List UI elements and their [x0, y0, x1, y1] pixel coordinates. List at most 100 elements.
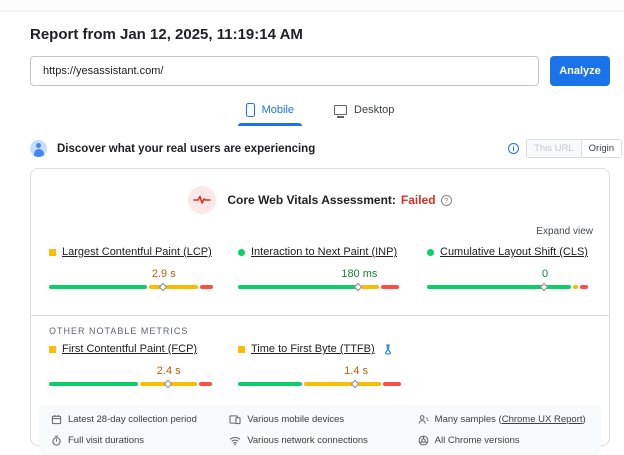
good-segment	[427, 285, 572, 289]
p75-marker	[539, 282, 549, 291]
info-icon[interactable]: i	[508, 143, 520, 154]
metadata-item: Many samples (Chrome UX Report)	[418, 414, 589, 425]
good-segment	[238, 285, 360, 289]
metric-p75-value: 180 ms	[341, 268, 378, 280]
needs-improvement-segment	[303, 382, 382, 386]
metric-inp: Interaction to Next Paint (INP) 180 ms	[238, 246, 402, 293]
metric-p75-value: 2.4 s	[156, 365, 181, 377]
p75-marker	[163, 379, 172, 388]
metric-title: Time to First Byte (TTFB)	[238, 343, 402, 355]
metric-fcp: First Contentful Paint (FCP) 2.4 s	[49, 343, 213, 390]
assessment-label: Core Web Vitals Assessment:	[227, 193, 396, 207]
stopwatch-icon	[51, 435, 62, 446]
experimental-flask-icon	[384, 343, 391, 355]
collection-metadata: Latest 28-day collection period Various m…	[39, 405, 601, 455]
tab-desktop[interactable]: Desktop	[332, 101, 396, 126]
network-icon	[229, 435, 241, 446]
poor-segment	[383, 382, 402, 386]
other-metrics-label: OTHER NOTABLE METRICS	[49, 326, 189, 336]
assessment-info-icon[interactable]: ?	[440, 194, 452, 206]
metric-doc-link[interactable]: First Contentful Paint (FCP)	[62, 343, 197, 355]
calendar-icon	[51, 414, 62, 425]
metric-distribution: 1.4 s	[238, 365, 402, 390]
tab-mobile[interactable]: Mobile	[237, 101, 303, 126]
metric-distribution-bar	[238, 285, 402, 289]
metric-doc-link[interactable]: Largest Contentful Paint (LCP)	[62, 246, 212, 258]
desktop-monitor-icon	[334, 105, 348, 118]
page-title: Report from Jan 12, 2025, 11:19:14 AM	[30, 26, 303, 43]
metadata-item: All Chrome versions	[418, 435, 589, 446]
url-input[interactable]	[30, 56, 539, 86]
url-form: Analyze	[30, 56, 610, 86]
metadata-text: )	[582, 414, 586, 425]
poor-segment	[199, 285, 213, 289]
metric-p75-value: 2.9 s	[151, 268, 176, 280]
metadata-text: Full visit durations	[68, 435, 145, 446]
metadata-item: Latest 28-day collection period	[51, 414, 229, 425]
needs-improvement-segment	[148, 285, 198, 289]
metadata-text: Many samples (	[434, 414, 502, 425]
metric-doc-link[interactable]: Interaction to Next Paint (INP)	[251, 246, 397, 258]
scope-toggle: This URL Origin	[526, 139, 622, 158]
poor-segment	[198, 382, 213, 386]
metric-distribution-bar	[49, 382, 213, 386]
analyze-button[interactable]: Analyze	[550, 56, 610, 86]
metadata-text: Latest 28-day collection period	[68, 414, 197, 425]
metric-lcp: Largest Contentful Paint (LCP) 2.9 s	[49, 246, 213, 293]
samples-icon	[418, 414, 429, 425]
metadata-item: Full visit durations	[51, 435, 229, 446]
poor-segment	[381, 285, 400, 289]
expand-view-link[interactable]: Expand view	[536, 226, 593, 237]
mobile-phone-icon	[245, 103, 255, 117]
metric-p75-value: 1.4 s	[344, 365, 369, 377]
needs-improvement-segment	[361, 285, 380, 289]
needs-improvement-segment	[573, 285, 579, 289]
metric-distribution: 2.4 s	[49, 365, 213, 390]
tab-mobile-label: Mobile	[261, 104, 295, 116]
metric-rating-bullet	[49, 345, 56, 353]
metadata-item: Various network connections	[229, 435, 417, 446]
tab-desktop-label: Desktop	[354, 104, 395, 116]
metric-title: Largest Contentful Paint (LCP)	[49, 246, 213, 258]
scope-origin-button[interactable]: Origin	[580, 140, 621, 157]
metric-spacer	[427, 343, 591, 390]
good-segment	[49, 382, 138, 386]
metric-doc-link[interactable]: Cumulative Layout Shift (CLS)	[440, 246, 588, 258]
metric-cls: Cumulative Layout Shift (CLS) 0	[427, 246, 591, 293]
assessment-status: Failed	[400, 193, 436, 207]
metric-rating-bullet	[238, 248, 245, 256]
metric-rating-bullet	[238, 345, 245, 353]
metric-distribution: 2.9 s	[49, 268, 213, 293]
p75-marker	[158, 282, 168, 291]
page-top-strip	[0, 0, 624, 12]
other-metrics-row: First Contentful Paint (FCP) 2.4 s Time to…	[31, 343, 609, 390]
metric-distribution: 180 ms	[238, 268, 402, 293]
good-segment	[238, 382, 302, 386]
real-users-icon	[30, 140, 47, 157]
metric-distribution-bar	[427, 285, 591, 289]
metric-p75-value: 0	[542, 268, 549, 280]
field-data-header: Discover what your real users are experi…	[30, 139, 622, 158]
field-data-title: Discover what your real users are experi…	[57, 142, 316, 155]
metric-title: Interaction to Next Paint (INP)	[238, 246, 402, 258]
metadata-text: Various mobile devices	[247, 414, 345, 425]
good-segment	[49, 285, 147, 289]
metric-distribution-bar	[49, 285, 213, 289]
p75-marker	[354, 282, 363, 291]
metric-distribution-bar	[238, 382, 402, 386]
metric-title: Cumulative Layout Shift (CLS)	[427, 246, 591, 258]
metric-rating-bullet	[49, 248, 56, 256]
cwv-assessment: Core Web Vitals Assessment: Failed ?	[31, 186, 609, 214]
chrome-icon	[418, 435, 429, 446]
metric-ttfb: Time to First Byte (TTFB) 1.4 s	[238, 343, 402, 390]
metadata-text: All Chrome versions	[434, 435, 520, 446]
metadata-item: Various mobile devices	[229, 414, 417, 425]
devices-icon	[229, 414, 241, 425]
pulse-icon	[188, 186, 217, 214]
p75-marker	[350, 379, 360, 388]
scope-this-url-button[interactable]: This URL	[527, 140, 581, 157]
metadata-text: Various network connections	[247, 435, 368, 446]
chrome-ux-report-link[interactable]: Chrome UX Report	[502, 414, 583, 425]
metric-doc-link[interactable]: Time to First Byte (TTFB)	[251, 343, 375, 355]
metric-title: First Contentful Paint (FCP)	[49, 343, 213, 355]
